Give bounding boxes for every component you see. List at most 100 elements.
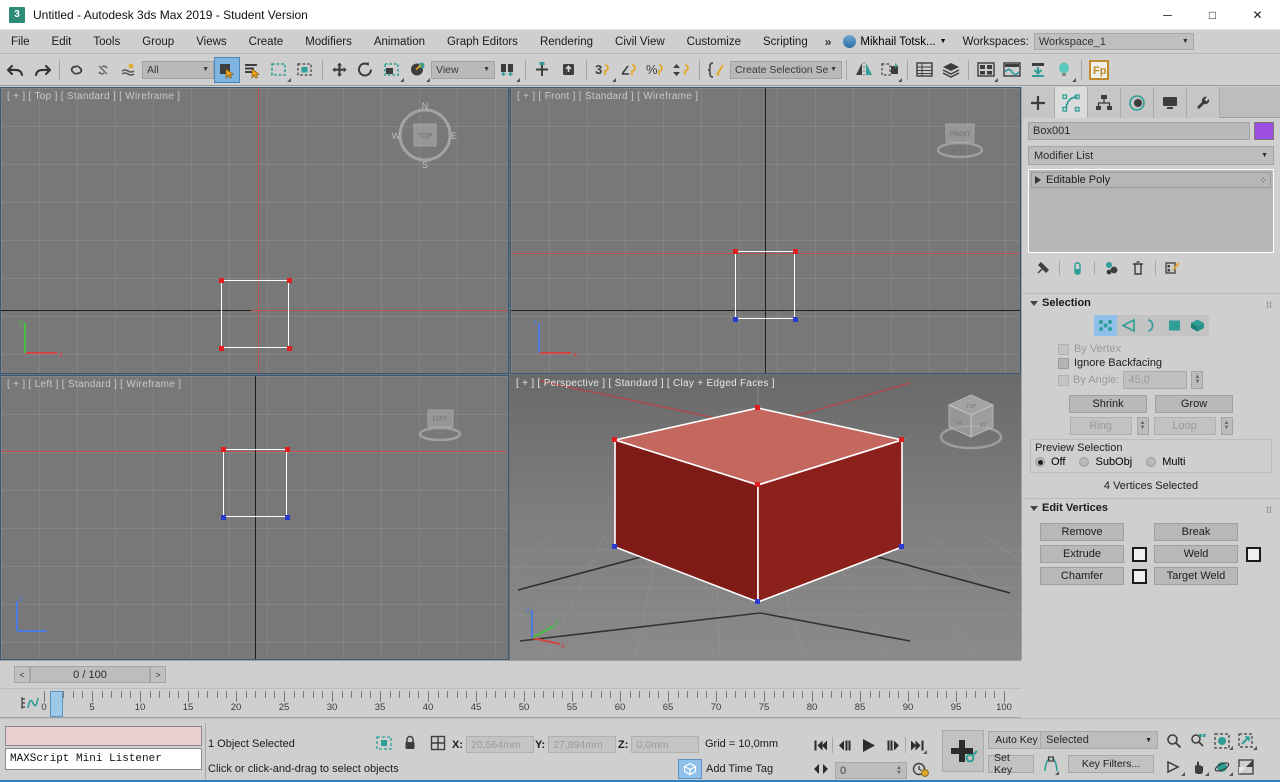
viewport-perspective[interactable]: TOP FR RT x y z [ + ] [ Perspective ] [ St… [510, 375, 1021, 660]
preview-subobj-radio[interactable] [1079, 457, 1090, 467]
toggle-scene-explorer-button[interactable] [912, 57, 938, 83]
zoom-icon[interactable] [1162, 731, 1186, 751]
tab-hierarchy[interactable] [1088, 87, 1121, 118]
viewport-top[interactable]: TOP N S E W xy [ + ] [ Top ] [ Standard … [0, 87, 509, 374]
menu-customize[interactable]: Customize [676, 33, 752, 51]
field-of-view-icon[interactable] [1162, 757, 1186, 777]
set-keys-button[interactable] [942, 730, 984, 772]
loop-button[interactable]: Loop [1153, 417, 1216, 435]
align-button[interactable] [877, 57, 903, 83]
use-pivot-point-center-button[interactable] [495, 57, 521, 83]
close-button[interactable]: ✕ [1235, 0, 1280, 30]
select-object-button[interactable] [214, 56, 240, 83]
render-setup-button[interactable] [999, 57, 1025, 83]
remove-modifier-icon[interactable] [1126, 258, 1150, 278]
play-animation-icon[interactable] [855, 735, 927, 755]
spinner-snap-toggle-button[interactable] [669, 57, 695, 83]
maximize-viewport-icon[interactable] [1234, 757, 1258, 777]
modifier-stack[interactable]: Editable Poly ⁘ [1028, 169, 1274, 253]
window-crossing-toggle-button[interactable] [292, 57, 318, 83]
by-angle-field[interactable]: 45,0 [1123, 371, 1188, 389]
maxscript-listener-output[interactable] [5, 726, 202, 746]
goto-start-icon[interactable] [810, 735, 832, 755]
modifier-stack-item-editable-poly[interactable]: Editable Poly ⁘ [1031, 172, 1271, 188]
left-navcube[interactable]: LEFT [410, 406, 470, 452]
sub-object-element-button[interactable] [1185, 315, 1209, 336]
remove-button[interactable]: Remove [1040, 523, 1124, 541]
menu-modifiers[interactable]: Modifiers [294, 33, 363, 51]
chamfer-button[interactable]: Chamfer [1040, 567, 1124, 585]
set-number-of-keys-icon[interactable] [1042, 755, 1060, 776]
tab-create[interactable] [1022, 87, 1055, 118]
unlink-selection-button[interactable] [90, 57, 116, 83]
bind-to-space-warp-button[interactable] [116, 57, 142, 83]
target-weld-button[interactable]: Target Weld [1154, 567, 1238, 585]
x-field[interactable]: 20,564mm [466, 736, 534, 753]
by-angle-checkbox[interactable] [1058, 374, 1069, 386]
reference-coordinate-dropdown[interactable]: View ▼ [431, 60, 495, 79]
configure-stack-icon[interactable]: ⁘ [1259, 175, 1267, 186]
menu-overflow-icon[interactable]: » [819, 35, 838, 49]
menu-rendering[interactable]: Rendering [529, 33, 604, 51]
ring-spinner[interactable]: ▲ ▼ [1136, 417, 1149, 435]
object-color-swatch[interactable] [1254, 122, 1274, 140]
select-and-manipulate-button[interactable] [530, 57, 556, 83]
extrude-settings-button[interactable] [1131, 546, 1147, 562]
render-production-button[interactable] [1051, 57, 1077, 83]
menu-create[interactable]: Create [238, 33, 295, 51]
snap-toggle-button[interactable] [556, 57, 582, 83]
modifier-list-dropdown[interactable]: Modifier List ▼ [1028, 146, 1274, 165]
angle-snap-toggle-button[interactable] [617, 57, 643, 83]
menu-scripting[interactable]: Scripting [752, 33, 819, 51]
selection-filter-dropdown[interactable]: All ▼ [142, 60, 214, 79]
isolate-selection-icon[interactable] [375, 735, 393, 751]
select-by-name-button[interactable] [240, 57, 266, 83]
material-editor-button[interactable] [973, 57, 999, 83]
edit-named-selection-sets-button[interactable] [704, 57, 730, 83]
menu-file[interactable]: File [0, 33, 41, 51]
open-mini-curve-editor-icon[interactable] [20, 695, 40, 714]
mirror-button[interactable] [851, 57, 877, 83]
key-step-icon[interactable] [812, 763, 830, 778]
viewcube[interactable]: TOP FR RT [931, 385, 1011, 465]
viewport-label-top[interactable]: [ + ] [ Top ] [ Standard ] [ Wireframe ] [7, 91, 180, 102]
rectangular-selection-region-button[interactable] [266, 57, 292, 83]
pan-icon[interactable] [1186, 757, 1210, 777]
workspace-dropdown[interactable]: Workspace_1 ▼ [1033, 33, 1194, 50]
add-time-tag-label[interactable]: Add Time Tag [706, 763, 773, 775]
time-slider-handle[interactable] [50, 691, 63, 717]
weld-button[interactable]: Weld [1154, 545, 1238, 563]
rollout-header-selection[interactable]: Selection ⁞⁞ [1022, 294, 1280, 312]
menu-views[interactable]: Views [185, 33, 237, 51]
loop-spinner[interactable]: ▲ ▼ [1220, 417, 1233, 435]
viewport-label-front[interactable]: [ + ] [ Front ] [ Standard ] [ Wireframe… [517, 91, 698, 102]
add-time-tag-icon[interactable] [678, 759, 702, 779]
by-angle-spinner[interactable]: ▲ ▼ [1191, 371, 1204, 389]
zoom-extents-icon[interactable] [1210, 731, 1234, 751]
minimize-button[interactable]: ─ [1145, 0, 1190, 30]
menu-graph-editors[interactable]: Graph Editors [436, 33, 529, 51]
select-and-scale-button[interactable] [379, 57, 405, 83]
sub-object-polygon-button[interactable] [1162, 315, 1186, 336]
chamfer-settings-button[interactable] [1131, 568, 1147, 584]
break-button[interactable]: Break [1154, 523, 1238, 541]
shrink-button[interactable]: Shrink [1069, 395, 1147, 413]
compass-navcube-top[interactable]: TOP N S E W [390, 100, 460, 170]
selection-lock-toggle[interactable] [403, 735, 417, 754]
render-frame-window-button[interactable] [1025, 57, 1051, 83]
grow-button[interactable]: Grow [1155, 395, 1233, 413]
tab-motion[interactable] [1121, 87, 1154, 118]
select-and-rotate-button[interactable] [353, 57, 379, 83]
front-navcube[interactable]: FRONT [928, 120, 992, 168]
preview-off-radio[interactable] [1035, 457, 1045, 467]
object-name-field[interactable]: Box001 [1028, 122, 1250, 140]
auto-key-button[interactable]: Auto Key [988, 731, 1045, 749]
menu-civil-view[interactable]: Civil View [604, 33, 676, 51]
menu-animation[interactable]: Animation [363, 33, 436, 51]
percent-snap-toggle-button[interactable]: % [643, 57, 669, 83]
toggle-layer-explorer-button[interactable] [938, 57, 964, 83]
ignore-backfacing-checkbox[interactable] [1058, 357, 1069, 369]
select-and-move-button[interactable] [327, 57, 353, 83]
current-frame-display[interactable]: 0 / 100 [30, 666, 150, 683]
undo-button[interactable] [3, 57, 29, 83]
